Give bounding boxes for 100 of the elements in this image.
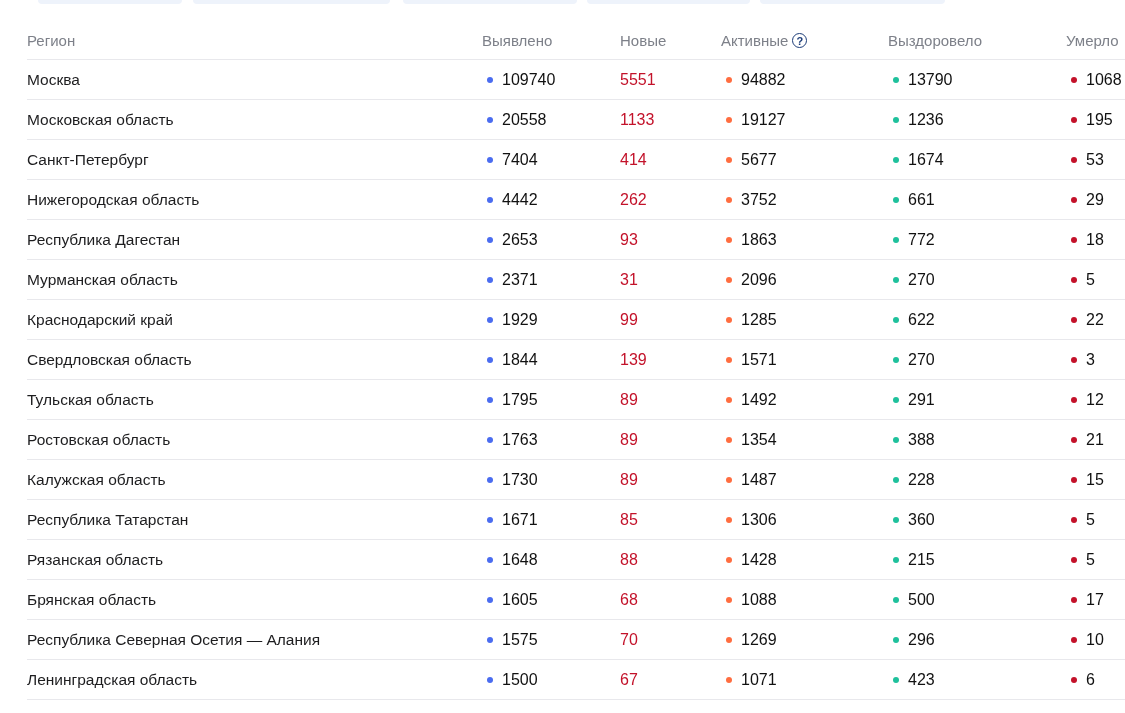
table-cell: 88 [620, 550, 638, 569]
table-cell: Нижегородская область [27, 190, 200, 209]
table-cell: 21 [1086, 430, 1104, 449]
table-cell: 291 [908, 390, 935, 409]
table-cell: 139 [620, 350, 647, 369]
table-cell: Республика Татарстан [27, 510, 189, 529]
table-cell: 1428 [741, 550, 777, 569]
table-cell: 1929 [502, 310, 538, 329]
table-cell: 2096 [741, 270, 777, 289]
table-cell: 68 [620, 590, 638, 609]
table-cell: 661 [908, 190, 935, 209]
table-cell: 262 [620, 190, 647, 209]
table-cell: 94882 [741, 70, 786, 89]
table-cell: Брянская область [27, 590, 157, 609]
table-cell: 2653 [502, 230, 538, 249]
table-cell: Свердловская область [27, 350, 192, 369]
table-cell: 3 [1086, 350, 1095, 369]
table-cell: 360 [908, 510, 935, 529]
table-cell: 1492 [741, 390, 777, 409]
table-cell: 4442 [502, 190, 538, 209]
table-cell: Ростовская область [27, 430, 171, 449]
table-cell: 5551 [620, 70, 656, 89]
table-cell: Мурманская область [27, 270, 178, 289]
table-cell: 53 [1086, 150, 1104, 169]
table-cell: 7404 [502, 150, 538, 169]
table-cell: 89 [620, 390, 638, 409]
table-cell: 1795 [502, 390, 538, 409]
table-cell: 228 [908, 470, 935, 489]
table-cell: 70 [620, 630, 638, 649]
column-header: Активные [721, 32, 789, 49]
table-cell: 5 [1086, 510, 1095, 529]
table-cell: 195 [1086, 110, 1113, 129]
table-cell: Санкт-Петербург [27, 150, 149, 169]
table-cell: Тульская область [27, 390, 154, 409]
table-cell: Ленинградская область [27, 670, 198, 689]
table-cell: 5 [1086, 550, 1095, 569]
table-cell: 1133 [620, 110, 655, 129]
table-cell: 215 [908, 550, 935, 569]
column-header: Выздоровело [888, 32, 983, 49]
table-cell: 1487 [741, 470, 777, 489]
table-cell: 22 [1086, 310, 1104, 329]
table-cell: 13790 [908, 70, 953, 89]
table-cell: 18 [1086, 230, 1104, 249]
table-cell: Московская область [27, 110, 174, 129]
table-cell: 6 [1086, 670, 1095, 689]
table-cell: 388 [908, 430, 935, 449]
table-cell: 1088 [741, 590, 777, 609]
table-cell: 67 [620, 670, 638, 689]
table-cell: 5677 [741, 150, 777, 169]
table-cell: 1269 [741, 630, 777, 649]
table-cell: Москва [27, 70, 80, 89]
table-cell: Республика Северная Осетия — Алания [27, 630, 321, 649]
table-cell: 772 [908, 230, 935, 249]
table-cell: 1575 [502, 630, 538, 649]
table-cell: 1571 [741, 350, 777, 369]
table-cell: 1648 [502, 550, 538, 569]
table-cell: 1500 [502, 670, 538, 689]
table-cell: 1730 [502, 470, 538, 489]
column-header: Умерло [1066, 32, 1119, 49]
table-cell: 12 [1086, 390, 1104, 409]
table-cell: 2371 [502, 270, 538, 289]
table-cell: 89 [620, 430, 638, 449]
table-cell: 1863 [741, 230, 777, 249]
table-cell: 17 [1086, 590, 1104, 609]
table-cell: 1354 [741, 430, 777, 449]
table-cell: 1306 [741, 510, 777, 529]
table-cell: Рязанская область [27, 550, 164, 569]
table-cell: Республика Дагестан [27, 230, 181, 249]
table-cell: 19127 [741, 110, 786, 129]
table-cell: 1763 [502, 430, 538, 449]
table-cell: 423 [908, 670, 935, 689]
table-cell: 20558 [502, 110, 547, 129]
table-cell: 1071 [741, 670, 777, 689]
table-cell: Калужская область [27, 470, 166, 489]
table-cell: 622 [908, 310, 935, 329]
column-header: Выявлено [482, 32, 553, 49]
table-cell: 93 [620, 230, 638, 249]
table-cell: 500 [908, 590, 935, 609]
table-cell: 85 [620, 510, 638, 529]
table-cell: 15 [1086, 470, 1104, 489]
table-cell: 10 [1086, 630, 1104, 649]
table-cell: 1068 [1086, 70, 1122, 89]
table-cell: 296 [908, 630, 935, 649]
table-cell: 31 [620, 270, 638, 289]
table-cell: 1674 [908, 150, 944, 169]
table-cell: 3752 [741, 190, 777, 209]
column-header: Новые [620, 32, 667, 49]
table-cell: 1285 [741, 310, 777, 329]
table-cell: 270 [908, 350, 935, 369]
table-cell: 1605 [502, 590, 538, 609]
table-cell: 414 [620, 150, 647, 169]
table-cell: 5 [1086, 270, 1095, 289]
table-cell: 29 [1086, 190, 1104, 209]
table-cell: 1671 [502, 510, 538, 529]
table-cell: 109740 [502, 70, 556, 89]
column-header: Регион [27, 32, 76, 49]
table-cell: 1236 [908, 110, 944, 129]
table-cell: 1844 [502, 350, 538, 369]
table-cell: 89 [620, 470, 638, 489]
table-cell: Краснодарский край [27, 310, 173, 329]
